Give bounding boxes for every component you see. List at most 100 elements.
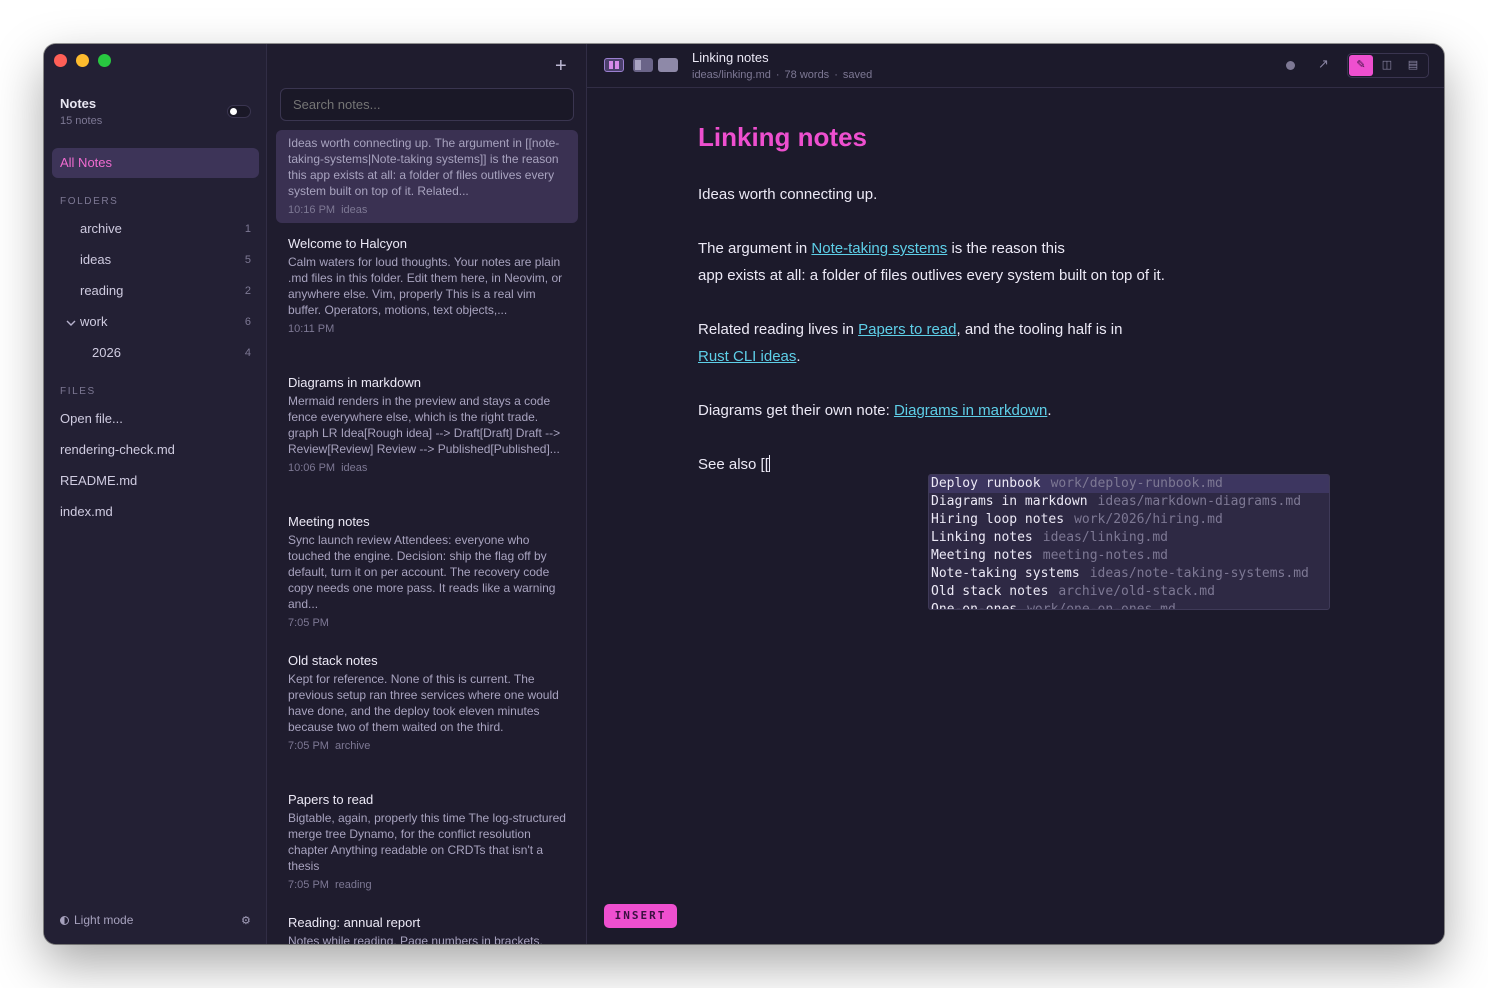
status-dot-icon[interactable] <box>1286 61 1295 70</box>
save-status: saved <box>842 69 873 81</box>
light-mode-button[interactable]: Light mode <box>60 913 133 927</box>
note-preview: Calm waters for loud thoughts. Your note… <box>288 255 563 317</box>
completion-item[interactable]: Deploy runbook work/deploy-runbook.md <box>929 475 1329 493</box>
editor-toolbar: Linking notes ideas/linking.md · 78 words ·… <box>587 44 1444 88</box>
split-view-icon[interactable]: ◫ <box>1375 55 1399 76</box>
completion-item[interactable]: Diagrams in markdown ideas/markdown-diagr… <box>929 493 1329 511</box>
folder-ideas[interactable]: ideas 5 <box>52 246 259 274</box>
wiki-link[interactable]: Rust CLI ideas <box>698 348 796 365</box>
note-preview: Kept for reference. None of this is curr… <box>288 672 559 734</box>
paragraph: The argument in Note-taking systems is t… <box>698 235 1165 289</box>
note-time: 10:16 PM <box>288 204 336 216</box>
note-item[interactable]: Reading: annual report Notes while readi… <box>276 915 578 944</box>
note-title: Welcome to Halcyon <box>288 236 407 251</box>
editor-pane: Linking notes ideas/linking.md · 78 words ·… <box>587 44 1444 944</box>
gear-icon[interactable]: ⚙ <box>241 914 251 927</box>
note-time: 10:06 PM <box>288 462 336 474</box>
folder-count: 5 <box>244 254 251 266</box>
note-meta: 10:06 PM ideas <box>288 462 566 474</box>
completion-item[interactable]: One-on-ones work/one-on-ones.md <box>929 601 1329 610</box>
completion-path: work/one-on-ones.md <box>1027 602 1176 610</box>
completion-path: ideas/linking.md <box>1042 530 1168 545</box>
close-window-button[interactable] <box>54 54 67 67</box>
completion-item[interactable]: Linking notes ideas/linking.md <box>929 529 1329 547</box>
completion-item[interactable]: Meeting notes meeting-notes.md <box>929 547 1329 565</box>
zoom-window-button[interactable] <box>98 54 111 67</box>
completion-item[interactable]: Hiring loop notes work/2026/hiring.md <box>929 511 1329 529</box>
text-span: is the reason this <box>947 240 1065 257</box>
completion-title: Hiring loop notes <box>931 512 1065 527</box>
completion-path: ideas/markdown-diagrams.md <box>1097 494 1302 509</box>
wiki-link[interactable]: Diagrams in markdown <box>894 402 1047 419</box>
text-span: See also [[ <box>698 456 769 473</box>
note-time: 7:05 PM <box>288 740 329 752</box>
note-preview: Ideas worth connecting up. The argument … <box>288 136 560 198</box>
chevron-down-icon[interactable] <box>66 318 76 328</box>
completion-path: archive/old-stack.md <box>1058 584 1215 599</box>
note-item[interactable]: Old stack notes Kept for reference. None… <box>276 653 578 752</box>
sidebar: Notes 15 notes All Notes FOLDERS archive… <box>44 44 267 944</box>
note-preview: Mermaid renders in the preview and stays… <box>288 394 561 456</box>
three-pane-layout-icon[interactable] <box>604 58 624 72</box>
note-item[interactable]: Papers to read Bigtable, again, properly… <box>276 792 578 891</box>
note-item[interactable]: Diagrams in markdown Mermaid renders in … <box>276 375 578 474</box>
folder-label: work <box>80 314 108 329</box>
edit-mode-pencil-icon[interactable]: ✎ <box>1349 55 1373 76</box>
note-title: Papers to read <box>288 792 374 807</box>
note-item-linking[interactable]: Ideas worth connecting up. The argument … <box>276 130 578 223</box>
folder-count: 6 <box>244 316 251 328</box>
text-caret <box>768 455 770 472</box>
new-note-button[interactable]: + <box>555 55 567 78</box>
search-input[interactable] <box>280 88 574 121</box>
files-heading: FILES <box>60 386 96 397</box>
completion-path: ideas/note-taking-systems.md <box>1089 566 1309 581</box>
folder-work[interactable]: work 6 <box>52 308 259 336</box>
note-time: 7:05 PM <box>288 617 329 629</box>
completion-title: Note-taking systems <box>931 566 1080 581</box>
open-file-link[interactable]: Open file... <box>60 411 123 426</box>
file-item[interactable]: README.md <box>60 473 137 488</box>
window-controls <box>54 54 111 67</box>
folder-label: reading <box>80 283 124 298</box>
wiki-link[interactable]: Papers to read <box>858 321 956 338</box>
wiki-link[interactable]: Note-taking systems <box>811 240 947 257</box>
note-preview: Bigtable, again, properly this time The … <box>288 811 566 873</box>
folder-archive[interactable]: archive 1 <box>52 215 259 243</box>
note-meta: 7:05 PM reading <box>288 879 566 891</box>
text-span: Related reading lives in <box>698 321 859 338</box>
folder-label: archive <box>80 221 122 236</box>
open-external-icon[interactable]: ↗ <box>1318 56 1329 72</box>
note-time: 7:05 PM <box>288 879 329 891</box>
file-item[interactable]: index.md <box>60 504 113 519</box>
paragraph: Ideas worth connecting up. <box>698 186 878 203</box>
note-item[interactable]: Meeting notes Sync launch review Attende… <box>276 514 578 629</box>
folder-2026[interactable]: 2026 4 <box>52 339 259 367</box>
text-span: . <box>1047 402 1052 419</box>
document-title: Linking notes <box>692 50 769 65</box>
note-tag: reading <box>334 879 372 891</box>
completion-item[interactable]: Note-taking systems ideas/note-taking-sys… <box>929 565 1329 583</box>
vim-mode-badge: INSERT <box>604 904 677 928</box>
folders-heading: FOLDERS <box>60 196 119 207</box>
completion-title: Deploy runbook <box>931 476 1041 491</box>
sidebar-toggle[interactable] <box>227 105 251 118</box>
folder-label: 2026 <box>92 345 121 360</box>
sidebar-item-all-notes[interactable]: All Notes <box>52 148 259 178</box>
preview-mode-icon[interactable]: ▤ <box>1401 55 1425 76</box>
folder-reading[interactable]: reading 2 <box>52 277 259 305</box>
text-span: Diagrams get their own note: <box>698 402 894 419</box>
note-heading: Linking notes <box>698 122 867 152</box>
note-preview: Notes while reading. Page numbers in bra… <box>288 934 543 944</box>
completion-item[interactable]: Old stack notes archive/old-stack.md <box>929 583 1329 601</box>
note-item[interactable]: Welcome to Halcyon Calm waters for loud … <box>276 236 578 335</box>
note-title: Old stack notes <box>288 653 378 668</box>
link-completion-popup: Deploy runbook work/deploy-runbook.md Diag… <box>928 474 1330 610</box>
file-item[interactable]: rendering-check.md <box>60 442 175 457</box>
notes-count: 15 notes <box>60 115 103 127</box>
minimize-window-button[interactable] <box>76 54 89 67</box>
two-pane-layout-icon[interactable] <box>633 58 653 72</box>
text-span: . <box>796 348 801 365</box>
single-pane-layout-icon[interactable] <box>658 58 678 72</box>
paragraph: Diagrams get their own note: Diagrams in… <box>698 397 1052 424</box>
note-tag: archive <box>334 740 371 752</box>
